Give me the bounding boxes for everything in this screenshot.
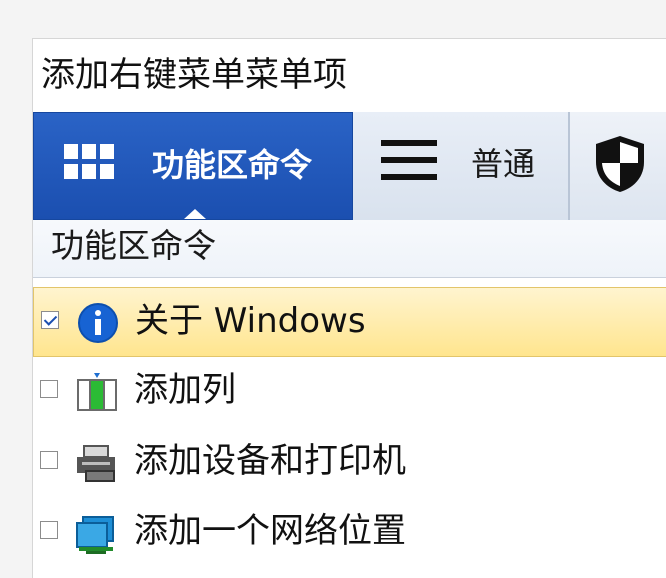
tab-bar: 功能区命令 普通 bbox=[33, 112, 666, 220]
tab-ribbon-commands-label: 功能区命令 bbox=[152, 146, 313, 184]
network-location-icon bbox=[76, 516, 114, 554]
printer-icon bbox=[77, 445, 115, 482]
add-context-menu-panel: 添加右键菜单菜单项 功能区命令 普通 功能区命令 关于 Windows 添加列 … bbox=[32, 38, 666, 578]
grid-icon bbox=[64, 144, 114, 180]
info-icon bbox=[78, 303, 118, 343]
add-column-icon bbox=[77, 373, 117, 411]
item-label-add-column: 添加列 bbox=[134, 370, 236, 410]
item-label-add-network-location: 添加一个网络位置 bbox=[134, 511, 406, 551]
list-item-about-windows[interactable]: 关于 Windows bbox=[33, 287, 666, 357]
active-tab-pointer bbox=[184, 209, 206, 219]
checkbox-unchecked[interactable] bbox=[40, 521, 58, 539]
shield-icon bbox=[596, 136, 644, 192]
window-title: 添加右键菜单菜单项 bbox=[41, 55, 347, 95]
checkbox-unchecked[interactable] bbox=[40, 380, 58, 398]
item-label-add-devices-printers: 添加设备和打印机 bbox=[134, 441, 406, 481]
tab-security[interactable] bbox=[569, 112, 666, 220]
list-item-add-column[interactable]: 添加列 bbox=[33, 357, 666, 427]
checkbox-checked[interactable] bbox=[41, 311, 59, 329]
tab-ribbon-commands[interactable]: 功能区命令 bbox=[33, 112, 353, 220]
title-bar: 添加右键菜单菜单项 bbox=[33, 39, 666, 111]
item-label-about-windows: 关于 Windows bbox=[135, 301, 366, 341]
list-item-add-network-location[interactable]: 添加一个网络位置 bbox=[33, 498, 666, 568]
section-title: 功能区命令 bbox=[51, 226, 216, 265]
checkbox-unchecked[interactable] bbox=[40, 451, 58, 469]
tab-normal-label: 普通 bbox=[471, 145, 536, 183]
section-header: 功能区命令 bbox=[33, 220, 666, 278]
tab-normal[interactable]: 普通 bbox=[353, 112, 569, 220]
list-item-add-devices-printers[interactable]: 添加设备和打印机 bbox=[33, 428, 666, 498]
menu-icon bbox=[381, 140, 437, 180]
